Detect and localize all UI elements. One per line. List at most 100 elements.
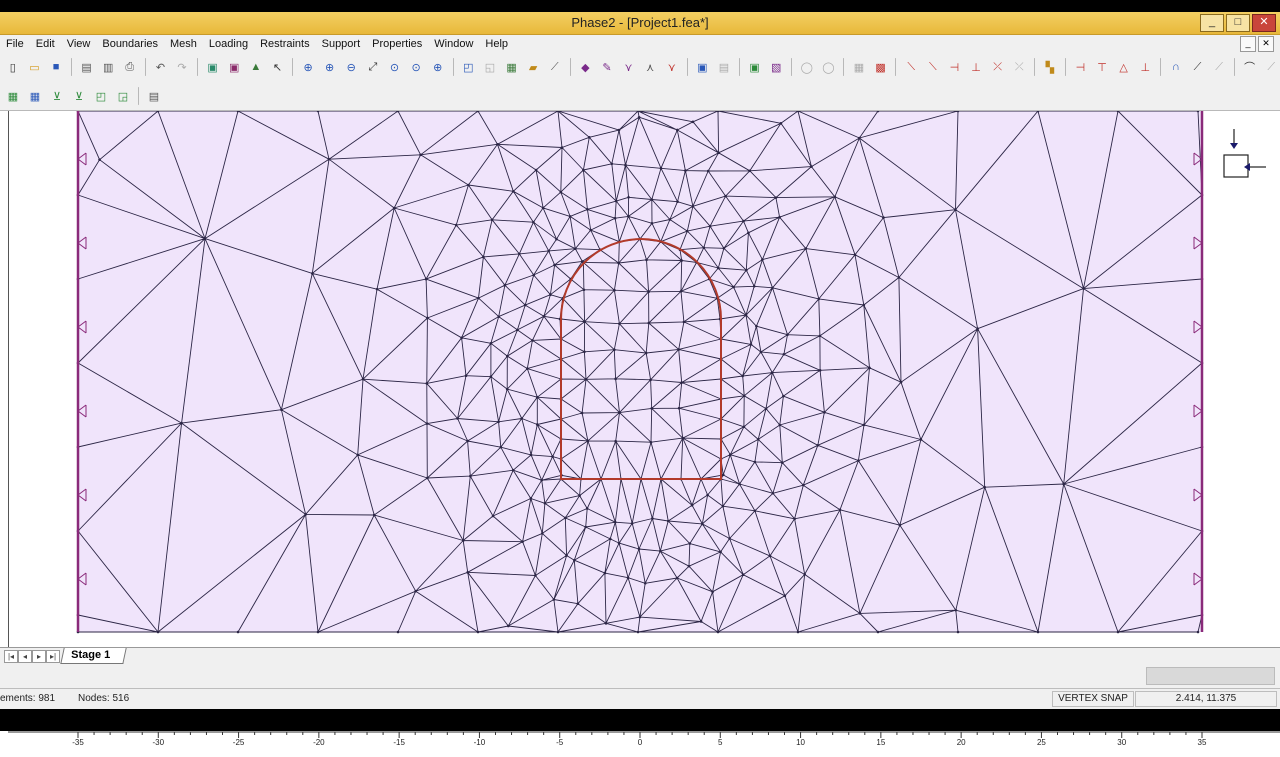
- bolt-icon[interactable]: ⟍: [902, 58, 920, 76]
- prev-stage-button[interactable]: ◂: [18, 650, 32, 663]
- info-table-icon[interactable]: ▦: [26, 87, 44, 105]
- properties-icon[interactable]: ▣: [746, 58, 764, 76]
- first-stage-button[interactable]: |◂: [4, 650, 18, 663]
- select-icon[interactable]: ↖: [269, 58, 287, 76]
- loading-icon[interactable]: ▤: [715, 58, 733, 76]
- arc-icon[interactable]: ⌒: [1241, 58, 1259, 76]
- menu-support[interactable]: Support: [316, 38, 367, 50]
- maximize-button[interactable]: □: [1226, 14, 1250, 32]
- menu-bar: File Edit View Boundaries Mesh Loading R…: [0, 35, 1280, 53]
- nodes-count: Nodes: 516: [78, 693, 130, 704]
- query-y-icon[interactable]: ⊤: [1093, 58, 1111, 76]
- draw-line-icon[interactable]: ⟋: [1189, 58, 1207, 76]
- zoom-out-icon[interactable]: ⊖: [342, 58, 360, 76]
- zoom-all-icon[interactable]: ⊕: [299, 58, 317, 76]
- page-setup-icon[interactable]: ▥: [99, 58, 117, 76]
- layers-icon[interactable]: ◰: [92, 87, 110, 105]
- add-stage-boundary-icon[interactable]: ▰: [524, 58, 542, 76]
- menu-view[interactable]: View: [61, 38, 97, 50]
- toolbar-separator: [452, 58, 454, 76]
- arch-icon[interactable]: ∩: [1167, 58, 1185, 76]
- x-axis-tick-label: -20: [313, 738, 325, 747]
- support-icon[interactable]: ▩: [872, 58, 890, 76]
- filter-icon[interactable]: ⊻: [48, 87, 66, 105]
- model-view[interactable]: -35 -30 -25 -20 -15 -10 -5 0 5 10 15 20 25 30 35: [0, 110, 1280, 757]
- toolbar-separator: [895, 58, 897, 76]
- display-options-icon[interactable]: ◲: [114, 87, 132, 105]
- zoom-in-icon[interactable]: ⊕: [321, 58, 339, 76]
- material-icon[interactable]: ▚: [1041, 58, 1059, 76]
- pan-icon[interactable]: ⊕: [429, 58, 447, 76]
- menu-mesh[interactable]: Mesh: [164, 38, 203, 50]
- open-icon[interactable]: ▭: [26, 58, 44, 76]
- edit-mesh-icon[interactable]: ⋎: [663, 58, 681, 76]
- undo-icon[interactable]: ↶: [152, 58, 170, 76]
- x-axis-tick-label: -30: [153, 738, 165, 747]
- liner-icon[interactable]: ⟍: [924, 58, 942, 76]
- add-external-icon[interactable]: ◰: [460, 58, 478, 76]
- status-bar: ements: 981 Nodes: 516 VERTEX SNAP 2.414…: [0, 688, 1280, 709]
- x-axis-tick-label: 0: [638, 738, 643, 747]
- discretize-icon[interactable]: ◆: [577, 58, 595, 76]
- menu-edit[interactable]: Edit: [30, 38, 61, 50]
- add-boundary-icon[interactable]: ▦: [503, 58, 521, 76]
- zoom-excavation-icon[interactable]: ⊙: [386, 58, 404, 76]
- excavate-icon[interactable]: ◯: [798, 58, 816, 76]
- main-toolbar: ▯ ▭ ■ ▤ ▥ ⎙ ↶ ↷ ▣ ▣ ▲ ↖ ⊕ ⊕ ⊖ ⤢ ⊙ ⊙ ⊕ ◰ ◱ ▦ ▰ ⟋ ◆ ✎ ⋎ ⋏ ⋎ ▣ ▤ ▣ ▧ ◯ ◯ ▦ ▩ ⟍ ⟍ ⊣…: [0, 54, 1280, 80]
- close-button[interactable]: ✕: [1252, 14, 1276, 32]
- menu-boundaries[interactable]: Boundaries: [96, 38, 164, 50]
- snap-mode-indicator[interactable]: VERTEX SNAP: [1052, 691, 1134, 707]
- draw-polyline-icon[interactable]: ⟋: [1210, 58, 1228, 76]
- next-stage-button[interactable]: ▸: [32, 650, 46, 663]
- assign-properties-icon[interactable]: ▧: [767, 58, 785, 76]
- add-joint-icon[interactable]: ⟋: [546, 58, 564, 76]
- field-stress-icon[interactable]: ▣: [694, 58, 712, 76]
- query-icon[interactable]: ⊥: [1136, 58, 1154, 76]
- tab-stage-1[interactable]: Stage 1: [60, 648, 127, 664]
- menu-properties[interactable]: Properties: [366, 38, 428, 50]
- mdi-minimize-button[interactable]: _: [1240, 36, 1256, 52]
- add-excavation-icon[interactable]: ◱: [481, 58, 499, 76]
- ruler-icon[interactable]: ⟋: [1262, 58, 1280, 76]
- interpret-icon[interactable]: ▣: [225, 58, 243, 76]
- compute-icon[interactable]: ▣: [204, 58, 222, 76]
- query-triangle-icon[interactable]: △: [1115, 58, 1133, 76]
- menu-file[interactable]: File: [0, 38, 30, 50]
- export-icon[interactable]: ▤: [145, 87, 163, 105]
- x-axis-tick-label: -5: [556, 738, 564, 747]
- mesh-setup-icon[interactable]: ✎: [598, 58, 616, 76]
- minimize-button[interactable]: _: [1200, 14, 1224, 32]
- filter-edit-icon[interactable]: ⊻: [70, 87, 88, 105]
- secondary-toolbar: ▦ ▦ ⊻ ⊻ ◰ ◲ ▤: [0, 83, 1280, 109]
- menu-help[interactable]: Help: [479, 38, 514, 50]
- fill-icon[interactable]: ◯: [820, 58, 838, 76]
- restrain-xy-icon[interactable]: ⤫: [989, 58, 1007, 76]
- menu-window[interactable]: Window: [428, 38, 479, 50]
- mdi-close-button[interactable]: ✕: [1258, 36, 1274, 52]
- horizontal-scrollbar[interactable]: [1146, 667, 1275, 685]
- zoom-window-icon[interactable]: ⤢: [364, 58, 382, 76]
- material-table-icon[interactable]: ▦: [4, 87, 22, 105]
- x-axis-tick-label: -15: [393, 738, 405, 747]
- free-icon[interactable]: ⤫: [1010, 58, 1028, 76]
- mesh-icon[interactable]: ⋎: [620, 58, 638, 76]
- restrain-x-icon[interactable]: ⊣: [946, 58, 964, 76]
- save-icon[interactable]: ■: [47, 58, 65, 76]
- vertical-ruler: [0, 111, 9, 648]
- query-x-icon[interactable]: ⊣: [1072, 58, 1090, 76]
- last-stage-button[interactable]: ▸|: [46, 650, 60, 663]
- vertex-icon[interactable]: ⋏: [641, 58, 659, 76]
- toolbar-separator: [686, 58, 688, 76]
- zoom-previous-icon[interactable]: ⊙: [407, 58, 425, 76]
- grid-icon[interactable]: ▦: [850, 58, 868, 76]
- menu-loading[interactable]: Loading: [203, 38, 254, 50]
- print-icon[interactable]: ⎙: [121, 58, 139, 76]
- print-preview-icon[interactable]: ▤: [78, 58, 96, 76]
- new-icon[interactable]: ▯: [4, 58, 22, 76]
- menu-restraints[interactable]: Restraints: [254, 38, 316, 50]
- toolbar-separator: [292, 58, 294, 76]
- restrain-y-icon[interactable]: ⊥: [967, 58, 985, 76]
- tools-icon[interactable]: ▲: [247, 58, 265, 76]
- redo-icon[interactable]: ↷: [173, 58, 191, 76]
- finite-element-mesh[interactable]: [0, 111, 1280, 648]
